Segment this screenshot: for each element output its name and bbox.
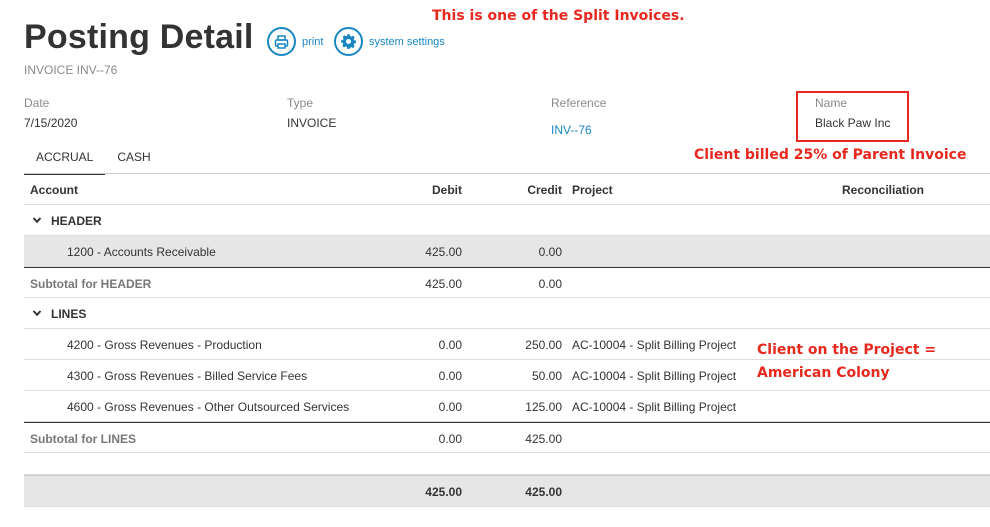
page-subtitle: INVOICE INV--76 <box>24 63 118 77</box>
project-cell: AC-10004 - Split Billing Project <box>572 400 737 414</box>
chevron-down-icon[interactable] <box>32 307 42 321</box>
subtotal-credit: 425.00 <box>525 432 562 446</box>
annotation-highlight-box <box>796 91 909 142</box>
account-cell: 4200 - Gross Revenues - Production <box>67 338 262 352</box>
annotation-line: Client on the Project = <box>757 342 937 358</box>
credit-cell: 50.00 <box>531 369 562 383</box>
column-header-reconciliation[interactable]: Reconciliation <box>842 183 924 197</box>
tab-bar: ACCRUAL CASH <box>24 148 163 175</box>
subtotal-label: Subtotal for LINES <box>30 432 136 446</box>
gear-icon <box>334 27 363 56</box>
date-label: Date <box>24 96 50 110</box>
group-lines-row[interactable]: LINES <box>24 298 990 329</box>
type-field: Type INVOICE <box>287 96 336 130</box>
date-value: 7/15/2020 <box>24 116 78 130</box>
debit-cell: 0.00 <box>438 369 462 383</box>
debit-cell: 425.00 <box>425 245 462 259</box>
debit-cell: 0.00 <box>438 338 462 352</box>
credit-cell: 250.00 <box>525 338 562 352</box>
date-field: Date 7/15/2020 <box>24 96 77 130</box>
subtotal-debit: 0.00 <box>438 432 462 446</box>
tab-accrual[interactable]: ACCRUAL <box>24 148 106 175</box>
table-spacer <box>24 453 990 475</box>
total-debit: 425.00 <box>425 485 462 499</box>
annotation-line: American Colony <box>757 365 890 381</box>
chevron-down-icon[interactable] <box>32 214 42 228</box>
credit-cell: 125.00 <box>525 400 562 414</box>
total-credit: 425.00 <box>525 485 562 499</box>
annotation-client-billed: Client billed 25% of Parent Invoice <box>694 147 967 163</box>
column-header-debit[interactable]: Debit <box>432 183 462 197</box>
account-cell: 4300 - Gross Revenues - Billed Service F… <box>67 369 308 383</box>
account-cell: 1200 - Accounts Receivable <box>67 245 216 259</box>
debit-cell: 0.00 <box>438 400 462 414</box>
reference-link[interactable]: INV--76 <box>551 123 606 137</box>
subtotal-credit: 0.00 <box>538 277 562 291</box>
printer-icon <box>267 27 296 56</box>
subtotal-label: Subtotal for HEADER <box>30 277 152 291</box>
subtotal-debit: 425.00 <box>425 277 462 291</box>
page-title: Posting Detail <box>24 18 254 56</box>
print-button[interactable]: print <box>267 27 323 56</box>
table-row[interactable]: 4600 - Gross Revenues - Other Outsourced… <box>24 391 990 422</box>
system-settings-label: system settings <box>369 35 445 48</box>
annotation-split-invoice: This is one of the Split Invoices. <box>432 8 685 24</box>
table-row[interactable]: 1200 - Accounts Receivable 425.00 0.00 <box>24 236 990 267</box>
table-header-row: Account Debit Credit Project Reconciliat… <box>24 174 990 205</box>
tab-cash[interactable]: CASH <box>105 148 162 175</box>
account-cell: 4600 - Gross Revenues - Other Outsourced… <box>67 400 350 414</box>
group-label: HEADER <box>51 214 102 228</box>
reference-field: Reference INV--76 <box>551 96 606 137</box>
group-label: LINES <box>51 307 87 321</box>
column-header-project[interactable]: Project <box>572 183 613 197</box>
project-cell: AC-10004 - Split Billing Project <box>572 369 737 383</box>
subtotal-row: Subtotal for LINES 0.00 425.00 <box>24 422 990 453</box>
total-row: 425.00 425.00 <box>24 475 990 507</box>
reference-label: Reference <box>551 96 607 110</box>
subtotal-row: Subtotal for HEADER 425.00 0.00 <box>24 267 990 298</box>
annotation-client-project: Client on the Project = American Colony <box>757 339 936 385</box>
type-value: INVOICE <box>287 116 337 130</box>
project-cell: AC-10004 - Split Billing Project <box>572 338 737 352</box>
system-settings-button[interactable]: system settings <box>334 27 445 56</box>
column-header-account[interactable]: Account <box>30 183 78 197</box>
credit-cell: 0.00 <box>538 245 562 259</box>
column-header-credit[interactable]: Credit <box>527 183 562 197</box>
type-label: Type <box>287 96 314 110</box>
group-header-row[interactable]: HEADER <box>24 205 990 236</box>
print-label: print <box>302 35 324 48</box>
